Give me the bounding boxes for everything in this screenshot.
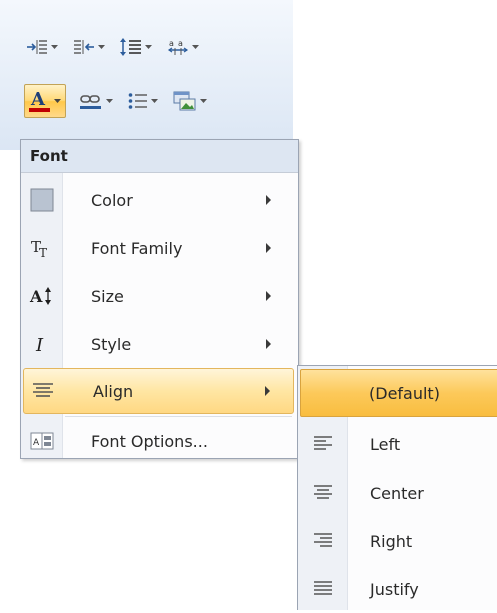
svg-text:A: A	[33, 438, 40, 448]
character-spacing-icon: a a	[167, 39, 189, 55]
chevron-down-icon	[106, 99, 113, 103]
align-icon	[33, 383, 53, 397]
align-right-icon	[314, 533, 332, 547]
font-menu: Font Color T T Font Family A Size I Styl…	[20, 139, 299, 459]
submenu-item-label: (Default)	[369, 383, 440, 403]
ribbon-toolbar: a a A	[0, 0, 293, 150]
svg-text:a: a	[169, 39, 174, 48]
chevron-down-icon	[200, 99, 207, 103]
menu-header: Font	[21, 140, 298, 173]
align-left-icon	[314, 436, 332, 450]
bullet-list-button[interactable]	[126, 86, 160, 116]
submenu-arrow-icon	[266, 291, 271, 301]
align-justify-icon	[314, 581, 332, 595]
svg-text:A: A	[29, 287, 43, 306]
hyperlink-button[interactable]	[77, 86, 115, 116]
menu-item-label: Align	[93, 381, 134, 401]
color-swatch-icon	[30, 188, 54, 212]
menu-item-font-family[interactable]: T T Font Family	[23, 225, 294, 271]
picture-icon	[173, 91, 196, 111]
menu-item-style[interactable]: I Style	[23, 321, 294, 367]
menu-item-font-options[interactable]: A Font Options...	[23, 418, 294, 464]
submenu-item-label: Right	[370, 531, 413, 551]
align-center-icon	[314, 485, 332, 499]
submenu-arrow-icon	[266, 195, 271, 205]
chevron-down-icon	[54, 99, 61, 103]
submenu-item-label: Center	[370, 483, 424, 503]
menu-item-label: Style	[91, 334, 132, 354]
submenu-item-label: Justify	[370, 579, 419, 599]
submenu-item-center[interactable]: Center	[301, 469, 497, 517]
menu-item-color[interactable]: Color	[23, 177, 294, 223]
submenu-arrow-icon	[265, 386, 270, 396]
toolbar-row-paragraph: a a	[24, 32, 212, 62]
chevron-down-icon	[145, 45, 152, 49]
font-options-icon: A	[30, 432, 54, 450]
picture-button[interactable]	[171, 86, 209, 116]
font-size-icon: A	[29, 287, 51, 306]
svg-text:I: I	[35, 335, 44, 355]
increase-indent-icon	[27, 40, 47, 54]
menu-item-label: Font Family	[91, 238, 183, 258]
submenu-item-label: Left	[370, 434, 401, 454]
submenu-item-right[interactable]: Right	[301, 517, 497, 565]
decrease-indent-icon	[74, 40, 94, 54]
submenu-item-default[interactable]: (Default)	[300, 369, 497, 417]
character-spacing-button[interactable]: a a	[165, 32, 201, 62]
svg-text:a: a	[178, 39, 183, 48]
chevron-down-icon	[98, 45, 105, 49]
submenu-item-left[interactable]: Left	[301, 420, 497, 468]
menu-item-size[interactable]: A Size	[23, 273, 294, 319]
italic-icon: I	[35, 335, 44, 355]
svg-text:A: A	[30, 89, 46, 110]
chevron-down-icon	[192, 45, 199, 49]
chevron-down-icon	[51, 45, 58, 49]
menu-separator	[65, 416, 292, 417]
font-color-button[interactable]: A	[24, 84, 66, 118]
bullet-list-icon	[128, 93, 147, 109]
menu-item-label: Font Options...	[91, 431, 208, 451]
line-spacing-button[interactable]	[118, 32, 154, 62]
chevron-down-icon	[151, 99, 158, 103]
align-submenu: (Default) Left Center Right Justify	[297, 365, 497, 610]
line-spacing-icon	[120, 38, 141, 56]
submenu-arrow-icon	[266, 339, 271, 349]
svg-text:T: T	[39, 246, 47, 260]
increase-indent-button[interactable]	[24, 32, 60, 62]
hyperlink-icon	[80, 95, 101, 109]
menu-item-label: Size	[91, 286, 124, 306]
submenu-arrow-icon	[266, 243, 271, 253]
menu-item-align[interactable]: Align	[23, 368, 294, 414]
font-color-icon: A	[29, 89, 50, 112]
submenu-item-justify[interactable]: Justify	[301, 565, 497, 613]
decrease-indent-button[interactable]	[71, 32, 107, 62]
font-family-icon: T T	[31, 238, 47, 260]
menu-item-label: Color	[91, 190, 133, 210]
toolbar-row-font: A	[24, 84, 220, 118]
